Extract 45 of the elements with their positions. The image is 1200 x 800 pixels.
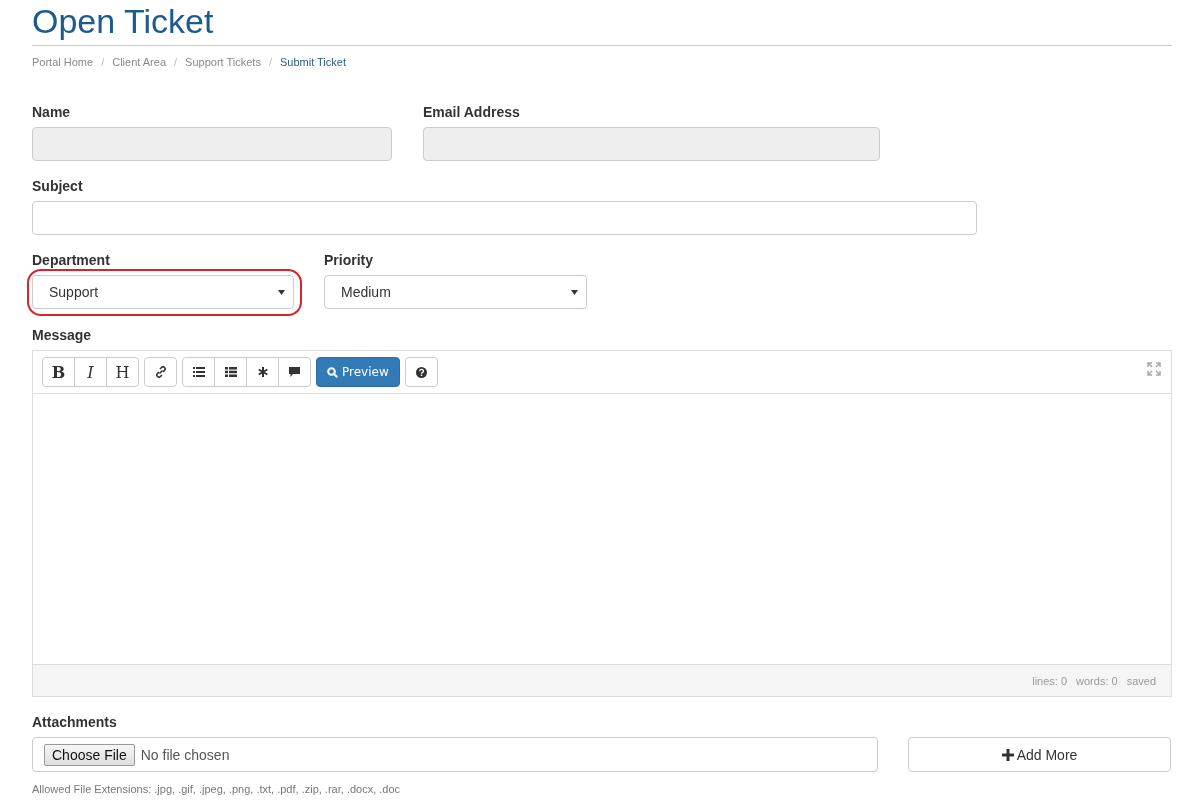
plus-icon — [1001, 748, 1014, 761]
breadcrumb-separator: / — [174, 56, 178, 68]
link-button[interactable] — [144, 357, 177, 387]
asterisk-button[interactable] — [246, 357, 279, 387]
caret-icon — [278, 289, 285, 295]
choose-file-button[interactable]: Choose File — [44, 743, 135, 766]
status-text: words: 0 — [1076, 674, 1118, 687]
department-select[interactable]: Support — [32, 275, 294, 309]
field-label: Subject — [32, 178, 84, 194]
field-label: Email Address — [423, 104, 521, 120]
bullet-list-button[interactable] — [182, 357, 215, 387]
breadcrumb-link[interactable]: Support Tickets — [185, 56, 261, 68]
search-icon — [327, 366, 338, 378]
list-icon — [224, 367, 237, 377]
list-icon — [192, 367, 205, 377]
status-text: lines: 0 — [1032, 674, 1068, 687]
subject-field[interactable] — [32, 201, 977, 235]
asterisk-icon — [257, 367, 268, 377]
help-text: Allowed File Extensions: .jpg, .gif, .jpeg, .png, .txt, .pdf, .zip, .rar, .docx, .doc — [32, 783, 402, 795]
help-button[interactable] — [404, 357, 438, 387]
field-label: Department — [32, 252, 111, 268]
speech-bubble-icon — [289, 367, 300, 377]
breadcrumb-separator: / — [268, 56, 272, 68]
help-icon — [415, 366, 427, 378]
comment-button[interactable] — [278, 357, 311, 387]
preview-button[interactable]: Preview — [316, 357, 400, 387]
add-more-button[interactable]: Add More — [908, 737, 1171, 772]
italic-button[interactable]: I — [74, 357, 107, 387]
caret-icon — [571, 289, 578, 295]
file-input[interactable]: Choose File No file chosen — [32, 737, 878, 772]
numbered-list-button[interactable] — [214, 357, 247, 387]
field-label: Priority — [324, 252, 374, 268]
breadcrumb-separator: / — [101, 56, 105, 68]
field-label: Message — [32, 327, 93, 343]
breadcrumb-link[interactable]: Portal Home — [32, 56, 94, 68]
status-text: saved — [1126, 674, 1156, 687]
link-icon — [154, 366, 167, 378]
field-label: Name — [32, 104, 72, 120]
breadcrumb-link[interactable]: Client Area — [112, 56, 166, 68]
bold-button[interactable]: B — [42, 357, 75, 387]
heading-button[interactable]: H — [106, 357, 139, 387]
breadcrumb-current: Submit Ticket — [279, 56, 346, 68]
priority-select[interactable]: Medium — [324, 275, 587, 309]
field-label: Attachments — [32, 714, 118, 730]
page-title: Open Ticket — [32, 0, 1172, 46]
